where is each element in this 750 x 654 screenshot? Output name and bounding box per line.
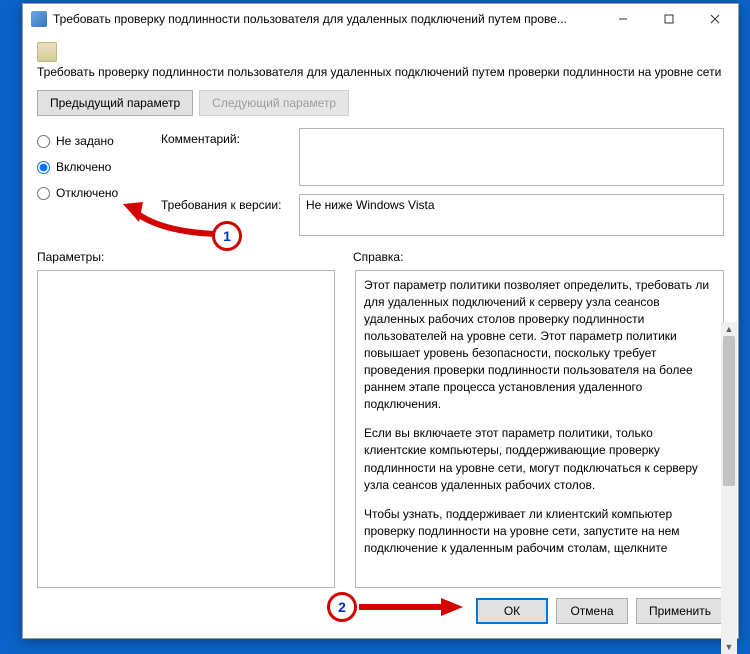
- radio-enabled-label: Включено: [56, 160, 111, 174]
- outer-scrollbar[interactable]: ▲ ▼: [721, 322, 737, 654]
- close-button[interactable]: [692, 4, 738, 34]
- dialog-window: Требовать проверку подлинности пользоват…: [22, 3, 739, 639]
- version-label: Требования к версии:: [161, 194, 291, 212]
- button-row: ОК Отмена Применить 2: [37, 588, 724, 624]
- window-title: Требовать проверку подлинности пользоват…: [53, 12, 600, 26]
- split-labels: Параметры: Справка:: [37, 250, 724, 264]
- config-row: Не задано Включено Отключено Комментарий…: [37, 128, 724, 236]
- version-row: Требования к версии: Не ниже Windows Vis…: [161, 194, 724, 236]
- radio-disabled-label: Отключено: [56, 186, 118, 200]
- help-pane[interactable]: Этот параметр политики позволяет определ…: [355, 270, 724, 588]
- radio-disabled-input[interactable]: [37, 187, 50, 200]
- cancel-button[interactable]: Отмена: [556, 598, 628, 624]
- annotation-badge-2: 2: [327, 592, 357, 622]
- options-pane[interactable]: [37, 270, 335, 588]
- comment-row: Комментарий:: [161, 128, 724, 186]
- radio-not-configured[interactable]: Не задано: [37, 134, 147, 148]
- policy-book-icon: [37, 42, 57, 62]
- scroll-up-icon[interactable]: ▲: [721, 322, 737, 336]
- policy-title: Требовать проверку подлинности пользоват…: [37, 64, 724, 80]
- scroll-thumb[interactable]: [723, 336, 735, 486]
- radio-not-configured-input[interactable]: [37, 135, 50, 148]
- gpedit-policy-icon: [31, 11, 47, 27]
- system-buttons: [600, 4, 738, 34]
- help-paragraph: Этот параметр политики позволяет определ…: [364, 277, 715, 413]
- next-setting-button: Следующий параметр: [199, 90, 349, 116]
- radio-disabled[interactable]: Отключено: [37, 186, 147, 200]
- prev-setting-button[interactable]: Предыдущий параметр: [37, 90, 193, 116]
- comment-label: Комментарий:: [161, 128, 291, 146]
- fields-column: Комментарий: Требования к версии: Не ниж…: [161, 128, 724, 236]
- version-value: Не ниже Windows Vista: [306, 198, 435, 212]
- comment-textarea[interactable]: [299, 128, 724, 186]
- scroll-down-icon[interactable]: ▼: [721, 640, 737, 654]
- radio-enabled[interactable]: Включено: [37, 160, 147, 174]
- nav-row: Предыдущий параметр Следующий параметр: [37, 90, 724, 116]
- minimize-button[interactable]: [600, 4, 646, 34]
- state-radio-group: Не задано Включено Отключено: [37, 128, 147, 200]
- apply-button[interactable]: Применить: [636, 598, 724, 624]
- content-area: Требовать проверку подлинности пользоват…: [23, 34, 738, 638]
- maximize-button[interactable]: [646, 4, 692, 34]
- version-readonly: Не ниже Windows Vista: [299, 194, 724, 236]
- options-label: Параметры:: [37, 250, 333, 264]
- help-paragraph: Если вы включаете этот параметр политики…: [364, 425, 715, 493]
- annotation-arrow-2-icon: [355, 596, 465, 618]
- help-paragraph: Чтобы узнать, поддерживает ли клиентский…: [364, 506, 715, 557]
- titlebar[interactable]: Требовать проверку подлинности пользоват…: [23, 4, 738, 34]
- help-label: Справка:: [333, 250, 724, 264]
- radio-not-configured-label: Не задано: [56, 134, 114, 148]
- split-panes: Этот параметр политики позволяет определ…: [37, 270, 724, 588]
- ok-button[interactable]: ОК: [476, 598, 548, 624]
- radio-enabled-input[interactable]: [37, 161, 50, 174]
